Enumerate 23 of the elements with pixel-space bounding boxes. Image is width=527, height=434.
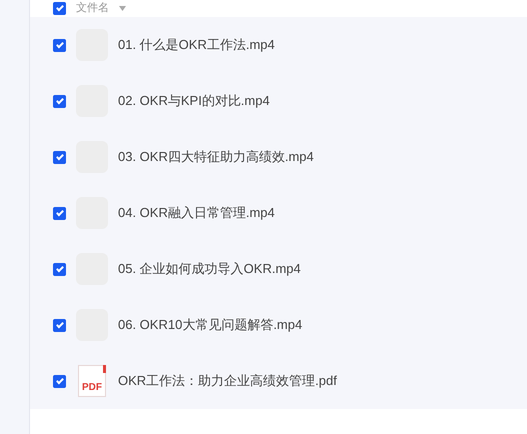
file-type-label: PDF (82, 383, 102, 393)
file-row[interactable]: 01. 什么是OKR工作法.mp4 (30, 17, 527, 73)
checkbox[interactable] (53, 2, 66, 15)
checkbox[interactable] (53, 94, 66, 108)
file-row[interactable]: 04. OKR融入日常管理.mp4 (30, 185, 527, 241)
checkbox[interactable] (53, 318, 66, 332)
file-row[interactable]: 05. 企业如何成功导入OKR.mp4 (30, 241, 527, 297)
file-name: 02. OKR与KPI的对比.mp4 (118, 92, 270, 110)
file-name: 01. 什么是OKR工作法.mp4 (118, 36, 275, 54)
checkbox[interactable] (53, 206, 66, 220)
file-row[interactable]: 02. OKR与KPI的对比.mp4 (30, 73, 527, 129)
checkbox[interactable] (53, 38, 66, 52)
file-name: OKR工作法：助力企业高绩效管理.pdf (118, 372, 337, 390)
file-name: 04. OKR融入日常管理.mp4 (118, 204, 275, 222)
checkbox[interactable] (53, 150, 66, 164)
checkbox[interactable] (53, 374, 66, 388)
file-row[interactable]: 06. OKR10大常见问题解答.mp4 (30, 297, 527, 353)
file-name: 06. OKR10大常见问题解答.mp4 (118, 316, 302, 334)
checkbox[interactable] (53, 262, 66, 276)
file-row[interactable]: 03. OKR四大特征助力高绩效.mp4 (30, 129, 527, 185)
file-name: 03. OKR四大特征助力高绩效.mp4 (118, 148, 314, 166)
file-name: 05. 企业如何成功导入OKR.mp4 (118, 260, 301, 278)
file-row[interactable]: PDF OKR工作法：助力企业高绩效管理.pdf (30, 353, 527, 409)
